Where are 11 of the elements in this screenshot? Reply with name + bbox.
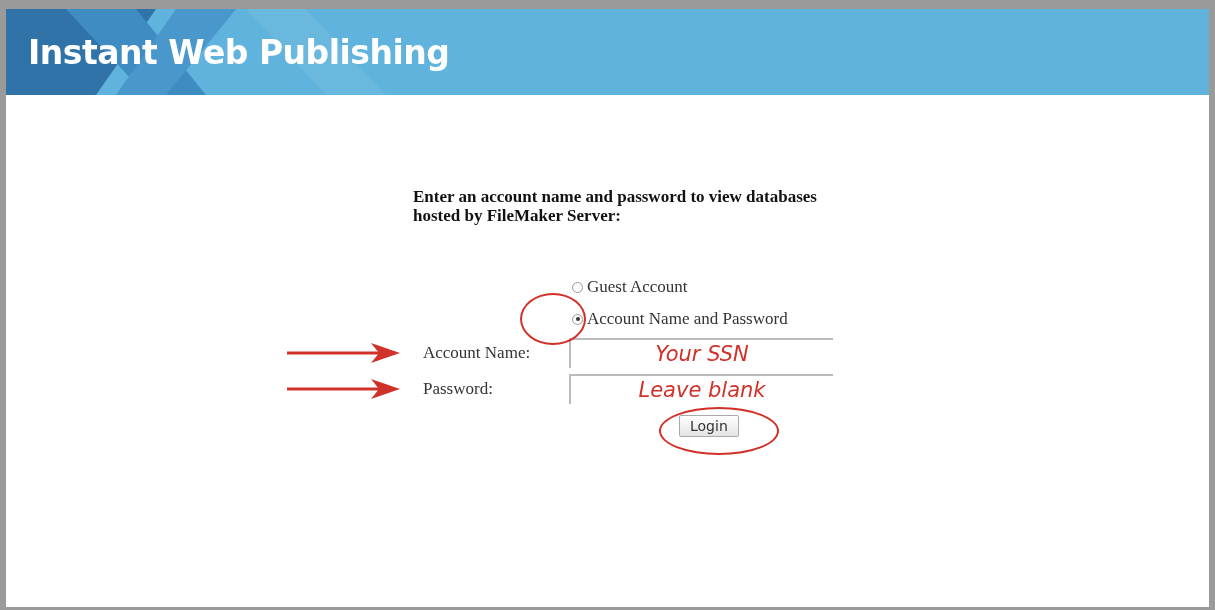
input-field[interactable]: Your SSN bbox=[569, 338, 833, 368]
login-button[interactable]: Login bbox=[679, 415, 739, 437]
radio-button[interactable] bbox=[572, 281, 583, 293]
radio-button[interactable] bbox=[572, 313, 583, 325]
instructions-text: Enter an account name and password to view databases hosted by FileMaker Server: bbox=[413, 187, 818, 225]
field-label: Password: bbox=[423, 379, 494, 399]
page-title: Instant Web Publishing bbox=[28, 32, 450, 72]
radio-label[interactable]: Account Name and Password bbox=[587, 309, 788, 329]
radio-label[interactable]: Guest Account bbox=[587, 277, 688, 297]
field-label: Account Name: bbox=[423, 343, 532, 363]
input-field[interactable]: Leave blank bbox=[569, 374, 833, 404]
